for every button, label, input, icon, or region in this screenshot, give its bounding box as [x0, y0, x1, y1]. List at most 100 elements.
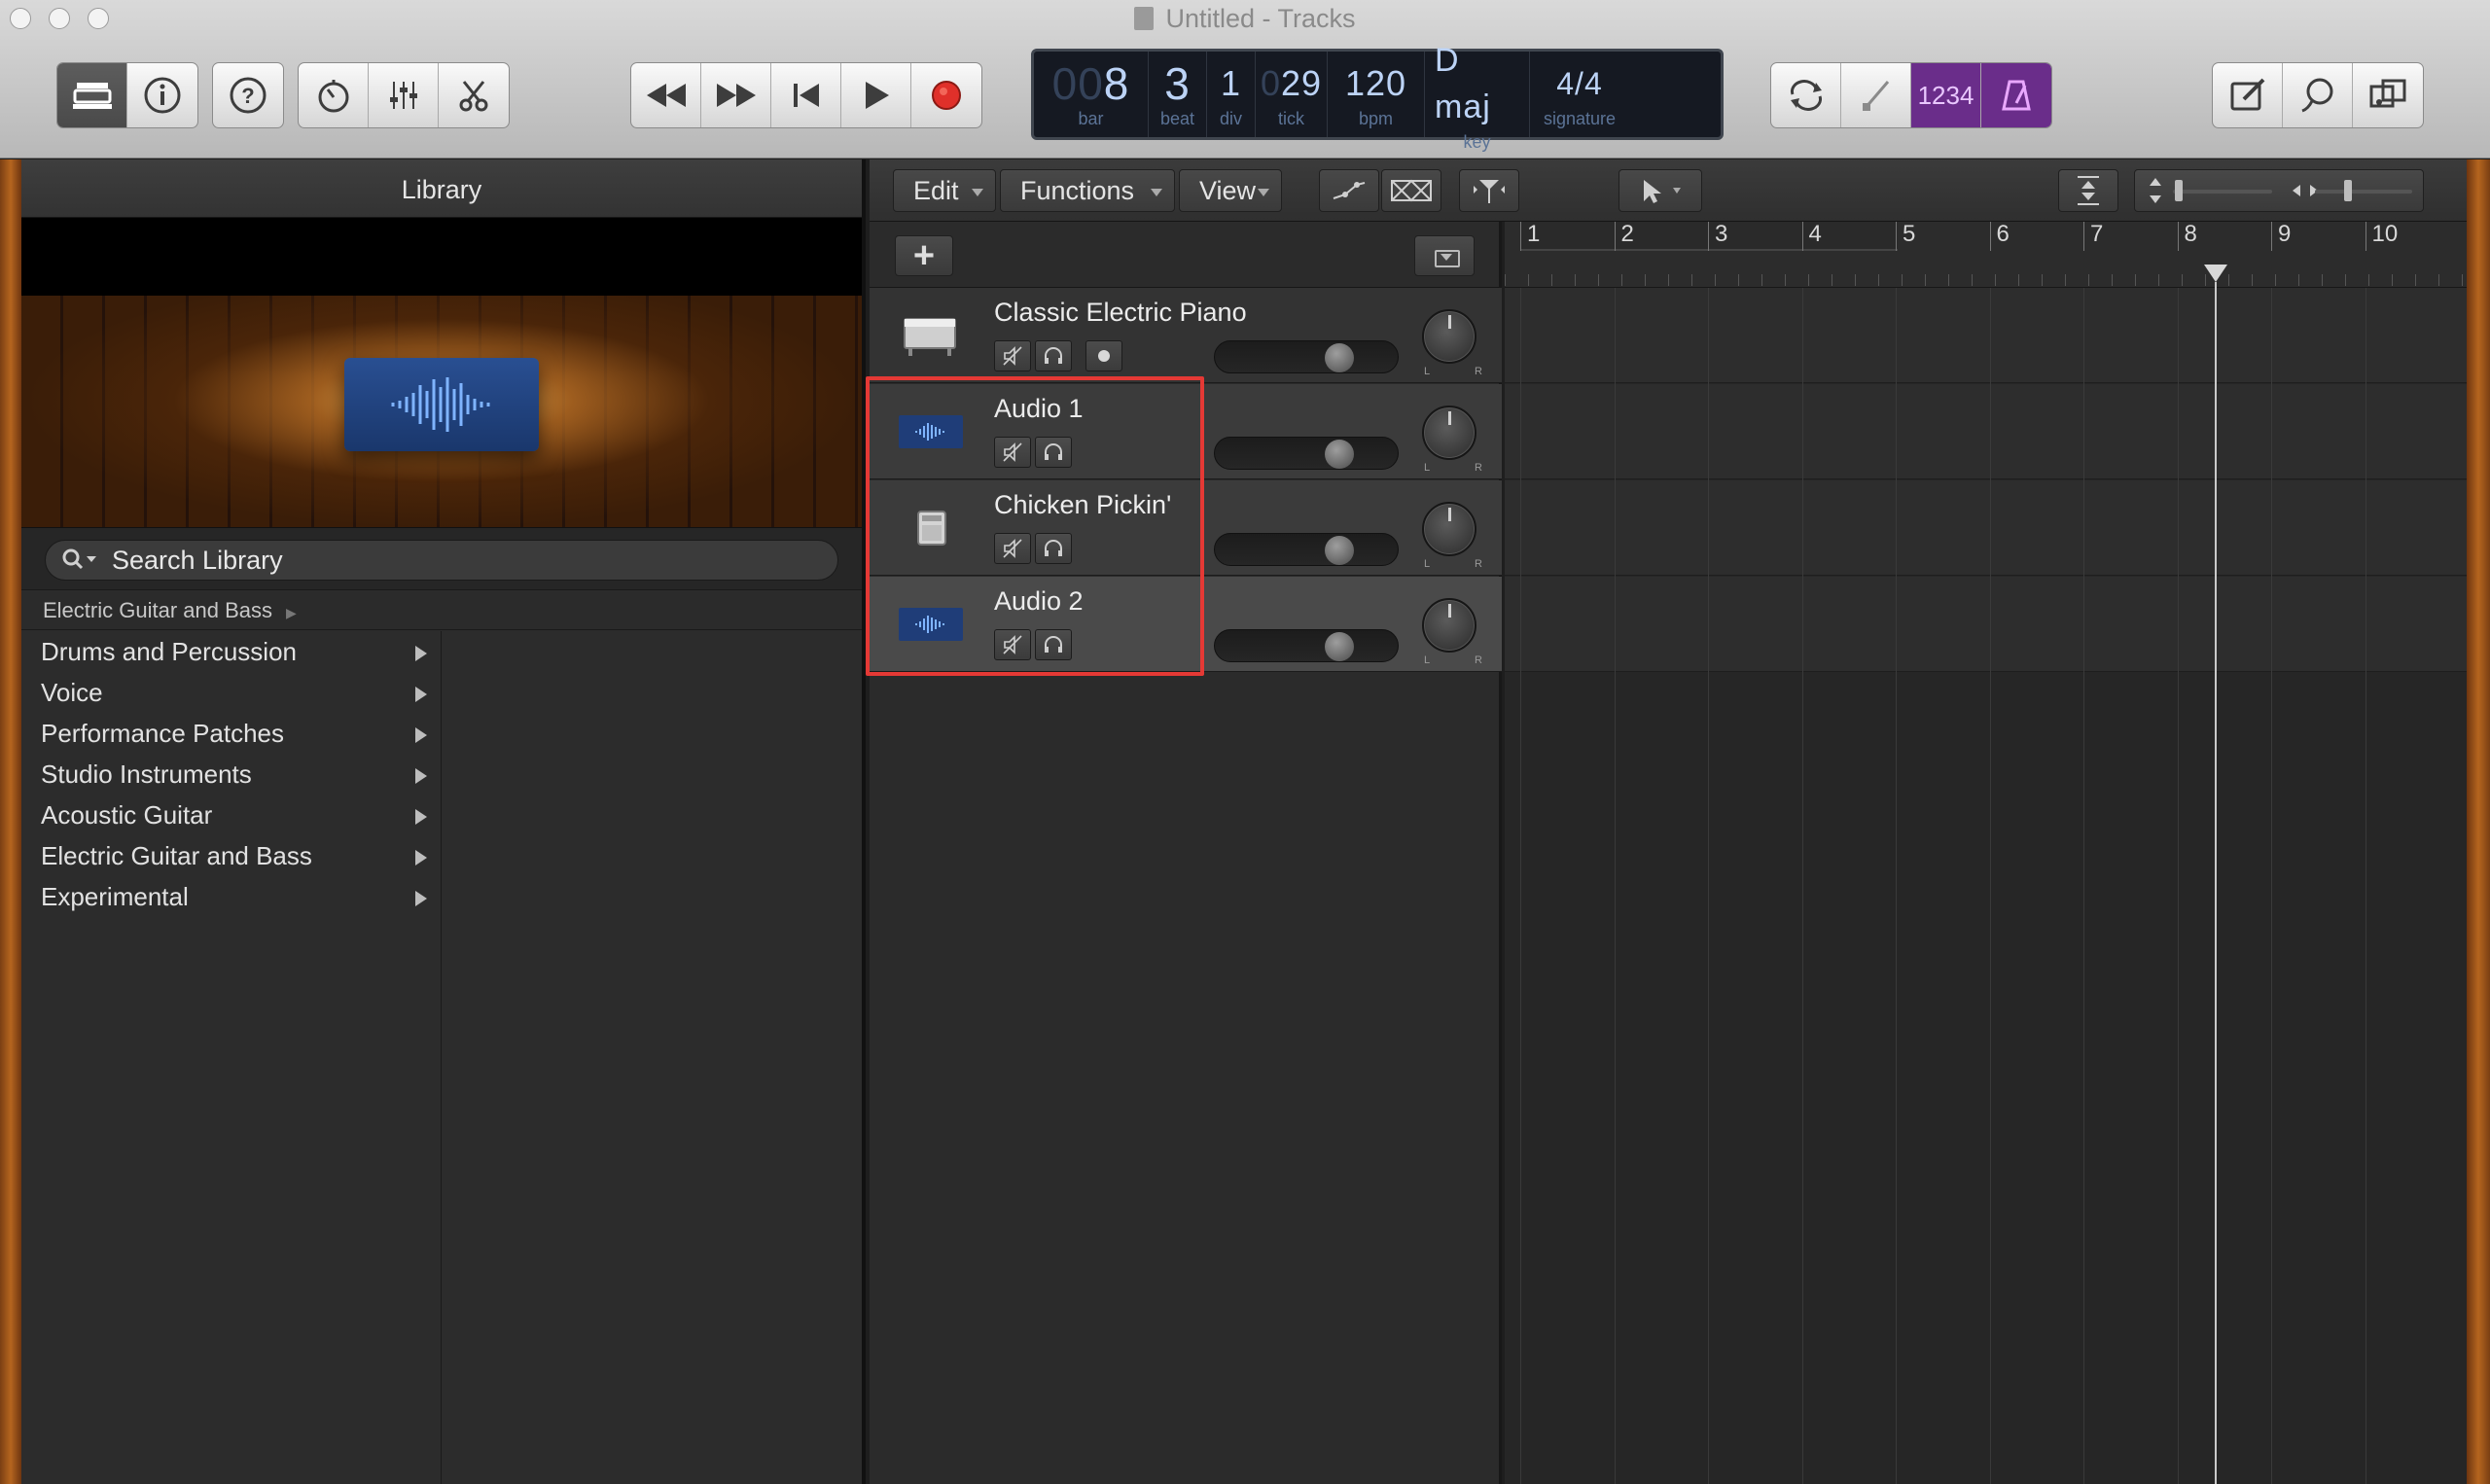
lcd-key[interactable]: D maj key: [1425, 42, 1530, 152]
volume-slider[interactable]: [1214, 340, 1399, 373]
metronome-button[interactable]: [1981, 63, 2051, 127]
count-in-button[interactable]: 1234: [1911, 63, 1981, 127]
track-name[interactable]: Audio 2: [994, 586, 1084, 617]
mute-button[interactable]: [994, 437, 1031, 468]
track-header-row[interactable]: Chicken Pickin' LR: [870, 480, 1502, 576]
ruler-bar-number: 5: [1896, 222, 1915, 251]
bar-gridline: [1989, 288, 1991, 1484]
library-button[interactable]: [57, 63, 127, 127]
library-breadcrumb[interactable]: Electric Guitar and Bass ▶: [21, 589, 862, 630]
pointer-tool-menu[interactable]: [1618, 169, 1702, 212]
category-electric-guitar-and-bass[interactable]: Electric Guitar and Bass: [21, 835, 441, 876]
volume-slider-knob[interactable]: [1324, 536, 1354, 565]
volume-slider[interactable]: [1214, 629, 1399, 662]
catch-playhead-button[interactable]: [1459, 169, 1519, 212]
play-button[interactable]: [841, 63, 911, 127]
add-track-button[interactable]: +: [895, 235, 953, 276]
fast-forward-button[interactable]: [701, 63, 771, 127]
mute-button[interactable]: [994, 629, 1031, 660]
pan-knob[interactable]: [1422, 502, 1476, 556]
volume-slider[interactable]: [1214, 533, 1399, 566]
volume-slider-knob[interactable]: [1324, 632, 1354, 661]
track-header-row[interactable]: Audio 2 LR: [870, 577, 1502, 672]
category-performance-patches[interactable]: Performance Patches: [21, 713, 441, 754]
go-to-beginning-button[interactable]: [771, 63, 841, 127]
lcd-display[interactable]: 008 bar 3 beat 1 div 029 tick 120 bpm D …: [1031, 42, 1724, 152]
edit-menu[interactable]: Edit: [893, 169, 996, 212]
category-drums-and-percussion[interactable]: Drums and Percussion: [21, 631, 441, 672]
headphones-icon: [1045, 540, 1062, 556]
mixer-button[interactable]: [369, 63, 439, 127]
lcd-tempo[interactable]: 120 bpm: [1328, 52, 1425, 137]
lcd-key-value: D maj: [1435, 41, 1491, 125]
playhead-handle[interactable]: [2204, 265, 2228, 282]
volume-slider[interactable]: [1214, 437, 1399, 470]
solo-button[interactable]: [1035, 533, 1072, 564]
lcd-signature[interactable]: 4/4 signature: [1530, 52, 1629, 137]
playhead-line[interactable]: [2215, 282, 2218, 1484]
track-name[interactable]: Chicken Pickin': [994, 490, 1171, 520]
category-acoustic-guitar[interactable]: Acoustic Guitar: [21, 795, 441, 835]
mute-button[interactable]: [994, 340, 1031, 371]
view-menu[interactable]: View: [1179, 169, 1282, 212]
timeline-ruler[interactable]: 1 2 3 4 5 6 7 8 9 10: [1505, 222, 2467, 288]
bar-gridline: [1614, 288, 1616, 1484]
flex-button[interactable]: [1381, 169, 1441, 212]
record-button[interactable]: [911, 63, 981, 127]
horizontal-zoom-slider-knob[interactable]: [2344, 180, 2352, 201]
functions-menu[interactable]: Functions: [1000, 169, 1175, 212]
search-library-input[interactable]: [112, 545, 793, 576]
track-lane[interactable]: [1505, 288, 2467, 383]
disclosure-arrow-icon: [415, 687, 427, 702]
pan-knob[interactable]: [1422, 406, 1476, 460]
media-browser-button[interactable]: [2353, 63, 2423, 127]
headphones-icon: [1045, 636, 1062, 653]
volume-slider-knob[interactable]: [1324, 440, 1354, 469]
disclosure-arrow-icon: [415, 768, 427, 784]
tracks-area[interactable]: [1505, 288, 2467, 1484]
category-studio-instruments[interactable]: Studio Instruments: [21, 754, 441, 795]
mute-button[interactable]: [994, 533, 1031, 564]
horizontal-zoom-slider[interactable]: [2315, 180, 2412, 201]
pan-knob[interactable]: [1422, 309, 1476, 364]
svg-text:?: ?: [241, 84, 254, 108]
category-experimental[interactable]: Experimental: [21, 876, 441, 917]
track-header-options-button[interactable]: [1414, 235, 1475, 276]
tuner-button[interactable]: [1841, 63, 1911, 127]
track-name[interactable]: Classic Electric Piano: [994, 298, 1247, 328]
view-toggle-group: [56, 62, 198, 128]
vertical-auto-zoom-button[interactable]: [2058, 169, 2118, 212]
disclosure-arrow-icon: [415, 850, 427, 866]
search-icon[interactable]: [61, 548, 100, 573]
library-search[interactable]: [45, 540, 838, 581]
cycle-button[interactable]: [1771, 63, 1841, 127]
vertical-zoom-slider-knob[interactable]: [2175, 180, 2183, 201]
inspector-button[interactable]: [127, 63, 197, 127]
solo-button[interactable]: [1035, 437, 1072, 468]
vertical-zoom-slider[interactable]: [2173, 180, 2272, 201]
notepad-button[interactable]: [2213, 63, 2283, 127]
quick-help-button[interactable]: ?: [213, 63, 283, 127]
mute-speaker-icon: [1003, 346, 1022, 366]
volume-slider-knob[interactable]: [1324, 343, 1354, 372]
bar-gridline: [2177, 288, 2179, 1484]
loop-browser-button[interactable]: [2283, 63, 2353, 127]
track-lane[interactable]: [1505, 577, 2467, 672]
smart-controls-button[interactable]: [299, 63, 369, 127]
record-enable-button[interactable]: [1085, 340, 1122, 371]
solo-button[interactable]: [1035, 340, 1072, 371]
automation-button[interactable]: [1319, 169, 1379, 212]
category-voice[interactable]: Voice: [21, 672, 441, 713]
track-lane[interactable]: [1505, 480, 2467, 576]
track-name[interactable]: Audio 1: [994, 394, 1084, 424]
bar-gridline: [1520, 288, 1521, 1484]
track-header-row[interactable]: Audio 1 LR: [870, 384, 1502, 479]
pan-knob[interactable]: [1422, 598, 1476, 653]
track-lane[interactable]: [1505, 384, 2467, 479]
editors-button[interactable]: [439, 63, 509, 127]
solo-button[interactable]: [1035, 629, 1072, 660]
wood-side-left: [0, 159, 21, 1484]
rewind-button[interactable]: [631, 63, 701, 127]
track-header-row[interactable]: Classic Electric Piano LR: [870, 288, 1502, 383]
pointer-arrow-icon: [1644, 180, 1681, 203]
